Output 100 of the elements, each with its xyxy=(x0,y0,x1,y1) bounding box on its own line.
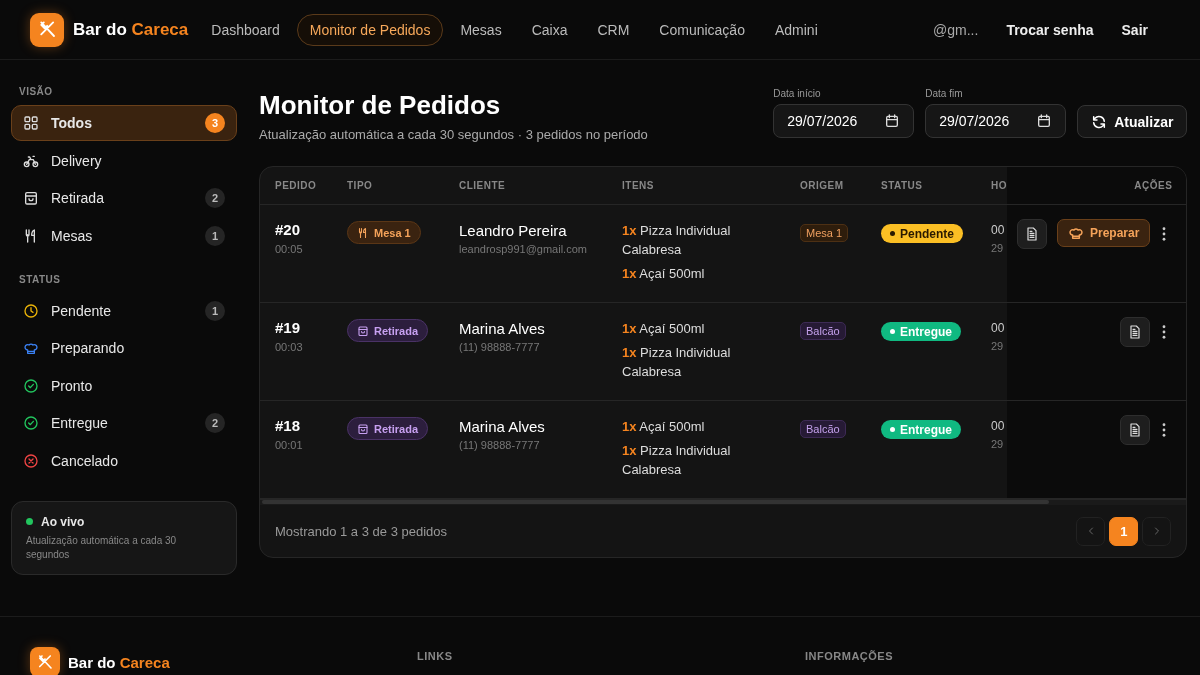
hour-text: 29 xyxy=(991,339,1005,354)
type-tag: Mesa 1 xyxy=(347,221,421,244)
hour-text: 00 xyxy=(991,320,1006,337)
bag-icon xyxy=(357,422,369,435)
order-number: #18 xyxy=(275,417,302,434)
document-icon xyxy=(1024,226,1040,242)
date-field[interactable]: 29/07/2026 xyxy=(925,104,1067,138)
order-time: 00:05 xyxy=(275,243,304,255)
hour-text: 29 xyxy=(991,241,1005,256)
sidebar-item[interactable]: Retirada 2 xyxy=(11,180,237,216)
logo-icon xyxy=(30,12,64,47)
sidebar-item[interactable]: Delivery xyxy=(11,142,237,179)
column-header: TIPO xyxy=(347,167,459,205)
sidebar-item[interactable]: Entregue 2 xyxy=(11,405,237,441)
calendar-icon xyxy=(884,113,901,129)
status-dot-icon xyxy=(26,518,33,525)
nav-tab[interactable]: Dashboard xyxy=(198,13,293,46)
receipt-button[interactable] xyxy=(1017,219,1047,249)
nav-tab[interactable]: Comunicação xyxy=(646,13,758,46)
sidebar-item[interactable]: Mesas 1 xyxy=(11,217,237,254)
section-heading: STATUS xyxy=(18,273,62,285)
bag-icon xyxy=(23,190,39,206)
nav-tab[interactable]: CRM xyxy=(584,13,643,46)
header-link[interactable]: Trocar senha xyxy=(1006,21,1094,38)
order-item: 1x Açaí 500ml xyxy=(622,320,706,338)
grid-icon xyxy=(23,115,39,131)
client-name: Marina Alves xyxy=(459,418,546,435)
type-tag: Retirada xyxy=(347,319,429,342)
receipt-button[interactable] xyxy=(1120,415,1151,445)
bag-icon xyxy=(357,324,369,337)
column-header: PEDIDO xyxy=(260,167,347,205)
nav-tab[interactable]: Admini xyxy=(761,13,831,46)
column-header: ITENS xyxy=(622,167,800,205)
page-title: Monitor de Pedidos xyxy=(259,90,502,121)
refresh-icon xyxy=(1091,113,1108,130)
order-item: 1x Açaí 500ml xyxy=(622,418,706,436)
order-number: #19 xyxy=(275,319,302,336)
count-badge: 2 xyxy=(205,188,225,208)
client-contact: (11) 98888-7777 xyxy=(459,439,541,451)
footer-heading: LINKS xyxy=(417,650,454,662)
hour-text: 00 xyxy=(991,418,1006,435)
count-badge: 2 xyxy=(205,413,225,433)
footer-heading: INFORMAÇÕES xyxy=(805,650,894,662)
count-badge: 1 xyxy=(205,300,225,321)
client-name: Marina Alves xyxy=(459,320,546,337)
calendar-icon xyxy=(1036,113,1053,129)
column-header: AÇÕES xyxy=(1007,167,1187,205)
date-field[interactable]: 29/07/2026 xyxy=(773,104,915,138)
utensils-icon xyxy=(357,226,369,239)
user-email: @gm... xyxy=(933,21,979,38)
live-description: Atualização automática a cada 30 segundos xyxy=(26,533,178,562)
order-item: 1x Pizza Individual Calabresa xyxy=(622,222,732,259)
client-contact: (11) 98888-7777 xyxy=(459,341,541,353)
clock-icon xyxy=(23,302,39,319)
x-circle-icon xyxy=(23,452,39,469)
origin-tag: Balcão xyxy=(800,420,846,438)
sidebar-item[interactable]: Pendente 1 xyxy=(11,292,237,329)
receipt-button[interactable] xyxy=(1120,317,1151,347)
client-name: Leandro Pereira xyxy=(459,222,568,239)
prepare-button[interactable]: Preparar xyxy=(1057,219,1151,247)
column-header: STATUS xyxy=(881,167,991,205)
order-item: 1x Pizza Individual Calabresa xyxy=(622,344,732,381)
order-item: 1x Pizza Individual Calabresa xyxy=(622,442,732,479)
sidebar-item[interactable]: Preparando xyxy=(11,330,237,366)
sidebar-item[interactable]: Cancelado xyxy=(11,442,237,479)
nav-tab[interactable]: Caixa xyxy=(518,13,581,46)
origin-tag: Mesa 1 xyxy=(800,224,849,242)
column-header: ORIGEM xyxy=(800,167,881,205)
count-badge: 3 xyxy=(205,113,225,133)
chef-hat-icon xyxy=(1068,225,1084,241)
count-badge: 1 xyxy=(205,225,225,246)
live-title: Ao vivo xyxy=(41,514,85,529)
nav-tab[interactable]: Mesas xyxy=(447,13,515,46)
origin-tag: Balcão xyxy=(800,322,846,340)
status-pill: Entregue xyxy=(881,322,961,341)
order-time: 00:01 xyxy=(275,439,304,451)
sidebar-item[interactable]: Todos 3 xyxy=(11,105,237,141)
status-pill: Pendente xyxy=(881,224,963,243)
logo-icon xyxy=(30,647,60,675)
refresh-button[interactable]: Atualizar xyxy=(1077,105,1188,138)
brand-name: Bar do Careca xyxy=(68,653,170,671)
type-tag: Retirada xyxy=(347,417,429,440)
check-circle-icon xyxy=(23,415,39,431)
results-summary: Mostrando 1 a 3 de 3 pedidos xyxy=(275,523,447,539)
column-header: CLIENTE xyxy=(459,167,622,205)
field-label: Data fim xyxy=(925,88,964,99)
hour-text: 29 xyxy=(991,437,1005,452)
status-pill: Entregue xyxy=(881,420,961,439)
page-subtitle: Atualização automática a cada 30 segundos · 3 pedidos no período xyxy=(259,127,648,142)
order-number: #20 xyxy=(275,221,302,238)
field-label: Data início xyxy=(773,88,822,99)
order-item: 1x Açaí 500ml xyxy=(622,265,706,283)
header-link[interactable]: Sair xyxy=(1121,21,1148,38)
check-circle-icon xyxy=(23,377,39,394)
sidebar-item[interactable]: Pronto xyxy=(11,367,237,404)
client-contact: leandrosp991@gmail.com xyxy=(459,243,588,255)
section-heading: VISÃO xyxy=(18,86,54,97)
brand-name: Bar do Careca xyxy=(73,19,189,40)
hour-text: 00 xyxy=(991,222,1006,239)
nav-tab[interactable]: Monitor de Pedidos xyxy=(296,13,444,46)
